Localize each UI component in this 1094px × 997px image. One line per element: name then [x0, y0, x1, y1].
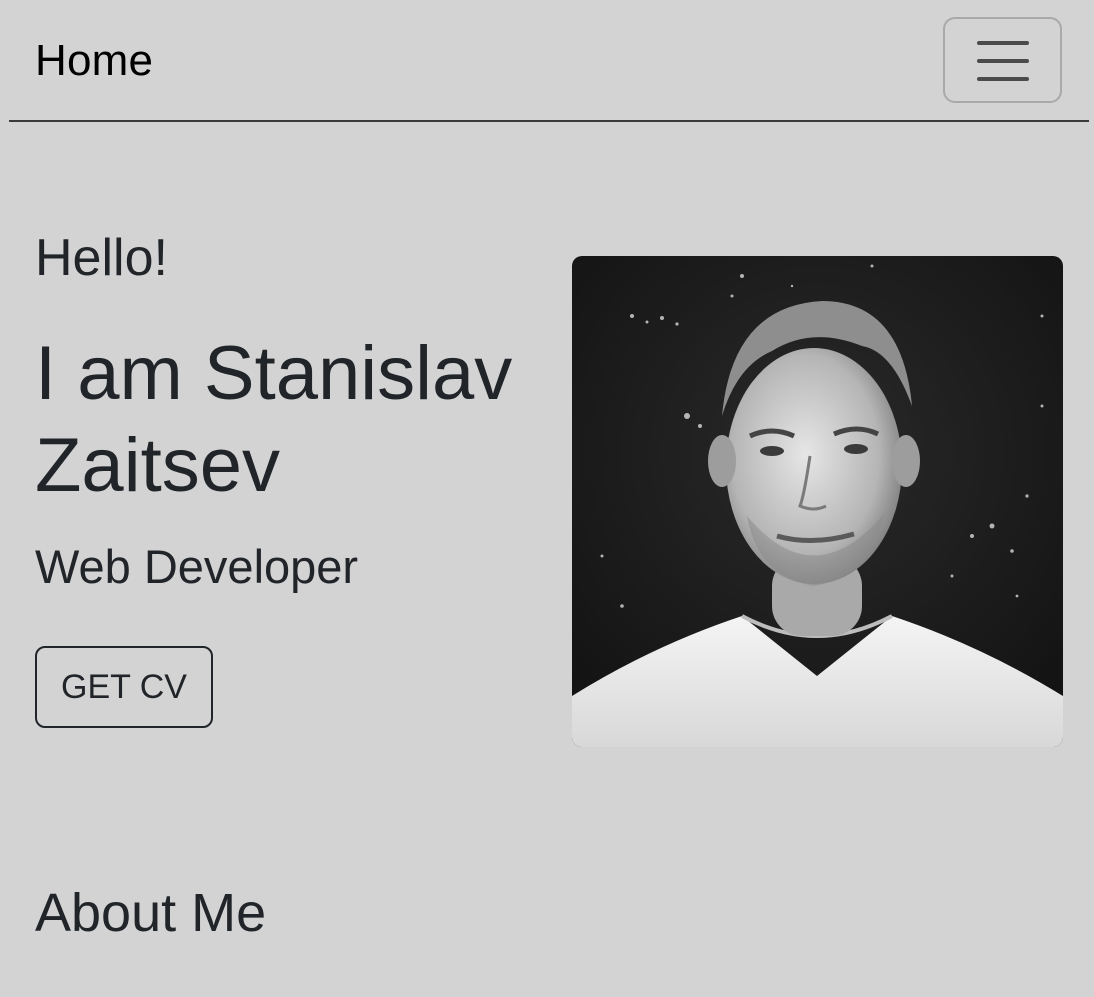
hero-role: Web Developer — [35, 540, 359, 593]
profile-photo — [572, 256, 1063, 747]
menu-toggle-button[interactable] — [943, 17, 1062, 103]
hero-greeting: Hello! — [35, 229, 168, 287]
navbar: Home — [9, 0, 1089, 122]
hero-name: I am Stanislav Zaitsev — [35, 331, 513, 508]
get-cv-button[interactable]: GET CV — [35, 646, 213, 728]
nav-brand-home-link[interactable]: Home — [35, 36, 153, 86]
about-heading: About Me — [35, 883, 267, 943]
hamburger-icon — [977, 41, 1029, 81]
